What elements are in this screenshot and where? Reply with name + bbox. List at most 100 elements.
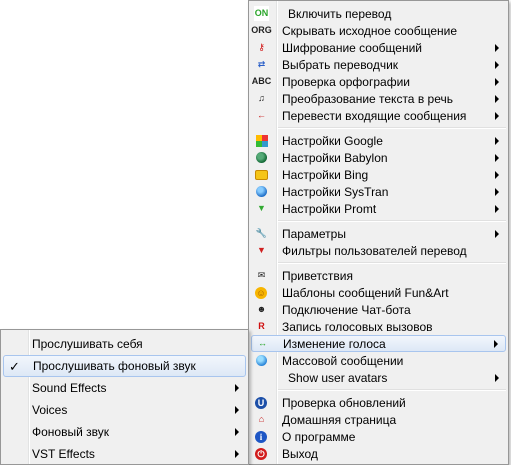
menu-item-select-translator[interactable]: ⇄ Выбрать переводчик [249, 56, 508, 73]
submenu-item-listen-background[interactable]: ✓ Прослушивать фоновый звук [3, 355, 246, 377]
menu-item-label: Параметры [282, 226, 346, 241]
menu-item-label: Включить перевод [288, 6, 392, 21]
menu-item-label: Преобразование текста в речь [282, 91, 453, 106]
submenu-arrow-icon [495, 44, 499, 52]
voice-change-icon: ↔ [258, 338, 267, 348]
menu-item-label: Выход [282, 446, 318, 461]
menu-item-label: Массовой сообщении [282, 353, 404, 368]
menu-item-label: Прослушивать фоновый звук [33, 359, 196, 373]
menu-item-bing-settings[interactable]: Настройки Bing [249, 166, 508, 183]
on-icon: ON [254, 6, 269, 21]
menu-item-label: VST Effects [32, 447, 95, 461]
submenu-arrow-icon [495, 205, 499, 213]
voice-change-submenu: Прослушивать себя ✓ Прослушивать фоновый… [0, 329, 249, 465]
submenu-arrow-icon [495, 374, 499, 382]
menu-item-label: Voices [32, 403, 68, 417]
menu-item-label: Настройки Babylon [282, 150, 388, 165]
menu-separator [249, 386, 508, 394]
menu-item-voice-change[interactable]: ↔ Изменение голоса [251, 335, 506, 352]
menu-item-about[interactable]: i О программе [249, 428, 508, 445]
submenu-arrow-icon [495, 61, 499, 69]
submenu-arrow-icon [495, 112, 499, 120]
menu-item-label: Изменение голоса [283, 336, 386, 351]
menu-item-label: Настройки Promt [282, 201, 377, 216]
menu-item-greetings[interactable]: ✉ Приветствия [249, 267, 508, 284]
checkmark-icon: ✓ [9, 359, 20, 374]
menu-item-fun-art-templates[interactable]: ☺ Шаблоны сообщений Fun&Art [249, 284, 508, 301]
submenu-arrow-icon [495, 171, 499, 179]
systran-icon [256, 186, 267, 197]
menu-item-chatbot[interactable]: ☻ Подключение Чат-бота [249, 301, 508, 318]
filter-icon: ▼ [257, 245, 266, 255]
swap-arrows-icon: ⇄ [257, 59, 266, 69]
key-icon: ⚷ [258, 42, 265, 52]
menu-item-translate-incoming[interactable]: ← Перевести входящие сообщения [249, 107, 508, 124]
submenu-item-voices[interactable]: Voices [1, 399, 248, 421]
menu-item-parameters[interactable]: 🔧 Параметры [249, 225, 508, 242]
menu-item-label: Шифрование сообщений [282, 40, 422, 55]
menu-item-record-calls[interactable]: R Запись голосовых вызовов [249, 318, 508, 335]
menu-item-label: Выбрать переводчик [282, 57, 399, 72]
menu-item-label: Шаблоны сообщений Fun&Art [282, 285, 449, 300]
home-icon: ⌂ [258, 414, 265, 424]
submenu-item-listen-self[interactable]: Прослушивать себя [1, 333, 248, 355]
menu-item-label: Фильтры пользователей перевод [282, 243, 467, 258]
envelope-icon: ✉ [257, 270, 266, 280]
exit-icon: ⏻ [255, 448, 267, 460]
menu-item-label: Настройки Google [282, 133, 383, 148]
menu-item-promt-settings[interactable]: ▼ Настройки Promt [249, 200, 508, 217]
submenu-arrow-icon [495, 230, 499, 238]
menu-item-label: Запись голосовых вызовов [282, 319, 433, 334]
menu-separator [249, 124, 508, 132]
menu-item-label: Sound Effects [32, 381, 107, 395]
menu-item-spellcheck[interactable]: ABC Проверка орфографии [249, 73, 508, 90]
smiley-icon: ☺ [255, 287, 267, 299]
music-note-icon: ♫ [258, 93, 265, 103]
submenu-arrow-icon [494, 340, 498, 348]
submenu-arrow-icon [235, 406, 239, 414]
menu-item-label: Show user avatars [288, 370, 388, 385]
context-menu: ON Включить перевод ORG Скрывать исходно… [248, 0, 509, 465]
menu-item-mass-message[interactable]: Массовой сообщении [249, 352, 508, 369]
menu-item-babylon-settings[interactable]: Настройки Babylon [249, 149, 508, 166]
menu-item-show-avatars[interactable]: Show user avatars [249, 369, 508, 386]
abc-icon: ABC [251, 76, 272, 86]
menu-item-label: Скрывать исходное сообщение [282, 23, 458, 38]
submenu-item-sound-effects[interactable]: Sound Effects [1, 377, 248, 399]
bot-icon: ☻ [256, 304, 267, 314]
menu-item-encryption[interactable]: ⚷ Шифрование сообщений [249, 39, 508, 56]
menu-item-user-filters[interactable]: ▼ Фильтры пользователей перевод [249, 242, 508, 259]
update-icon: U [255, 397, 267, 409]
menu-item-label: Приветствия [282, 268, 353, 283]
menu-separator [249, 259, 508, 267]
submenu-arrow-icon [495, 154, 499, 162]
menu-item-label: Проверка обновлений [282, 395, 406, 410]
bing-icon [255, 170, 268, 180]
menu-item-systran-settings[interactable]: Настройки SysTran [249, 183, 508, 200]
submenu-item-background-sound[interactable]: Фоновый звук [1, 421, 248, 443]
menu-item-label: Проверка орфографии [282, 74, 410, 89]
submenu-arrow-icon [235, 428, 239, 436]
menu-item-label: Настройки Bing [282, 167, 369, 182]
menu-item-exit[interactable]: ⏻ Выход [249, 445, 508, 462]
babylon-icon [256, 152, 267, 163]
menu-item-hide-original[interactable]: ORG Скрывать исходное сообщение [249, 22, 508, 39]
wrench-icon: 🔧 [255, 228, 268, 238]
menu-item-label: Настройки SysTran [282, 184, 389, 199]
info-icon: i [255, 431, 267, 443]
menu-item-google-settings[interactable]: Настройки Google [249, 132, 508, 149]
menu-item-homepage[interactable]: ⌂ Домашняя страница [249, 411, 508, 428]
menu-item-label: О программе [282, 429, 356, 444]
menu-item-text-to-speech[interactable]: ♫ Преобразование текста в речь [249, 90, 508, 107]
menu-item-label: Домашняя страница [282, 412, 397, 427]
mass-message-icon [256, 355, 267, 366]
promt-icon: ▼ [257, 203, 266, 213]
submenu-arrow-icon [495, 78, 499, 86]
menu-item-label: Перевести входящие сообщения [282, 108, 467, 123]
menu-item-check-updates[interactable]: U Проверка обновлений [249, 394, 508, 411]
submenu-item-vst-effects[interactable]: VST Effects [1, 443, 248, 465]
menu-item-label: Подключение Чат-бота [282, 302, 411, 317]
menu-item-enable-translation[interactable]: ON Включить перевод [249, 5, 508, 22]
record-icon: R [258, 321, 265, 331]
submenu-arrow-icon [495, 95, 499, 103]
